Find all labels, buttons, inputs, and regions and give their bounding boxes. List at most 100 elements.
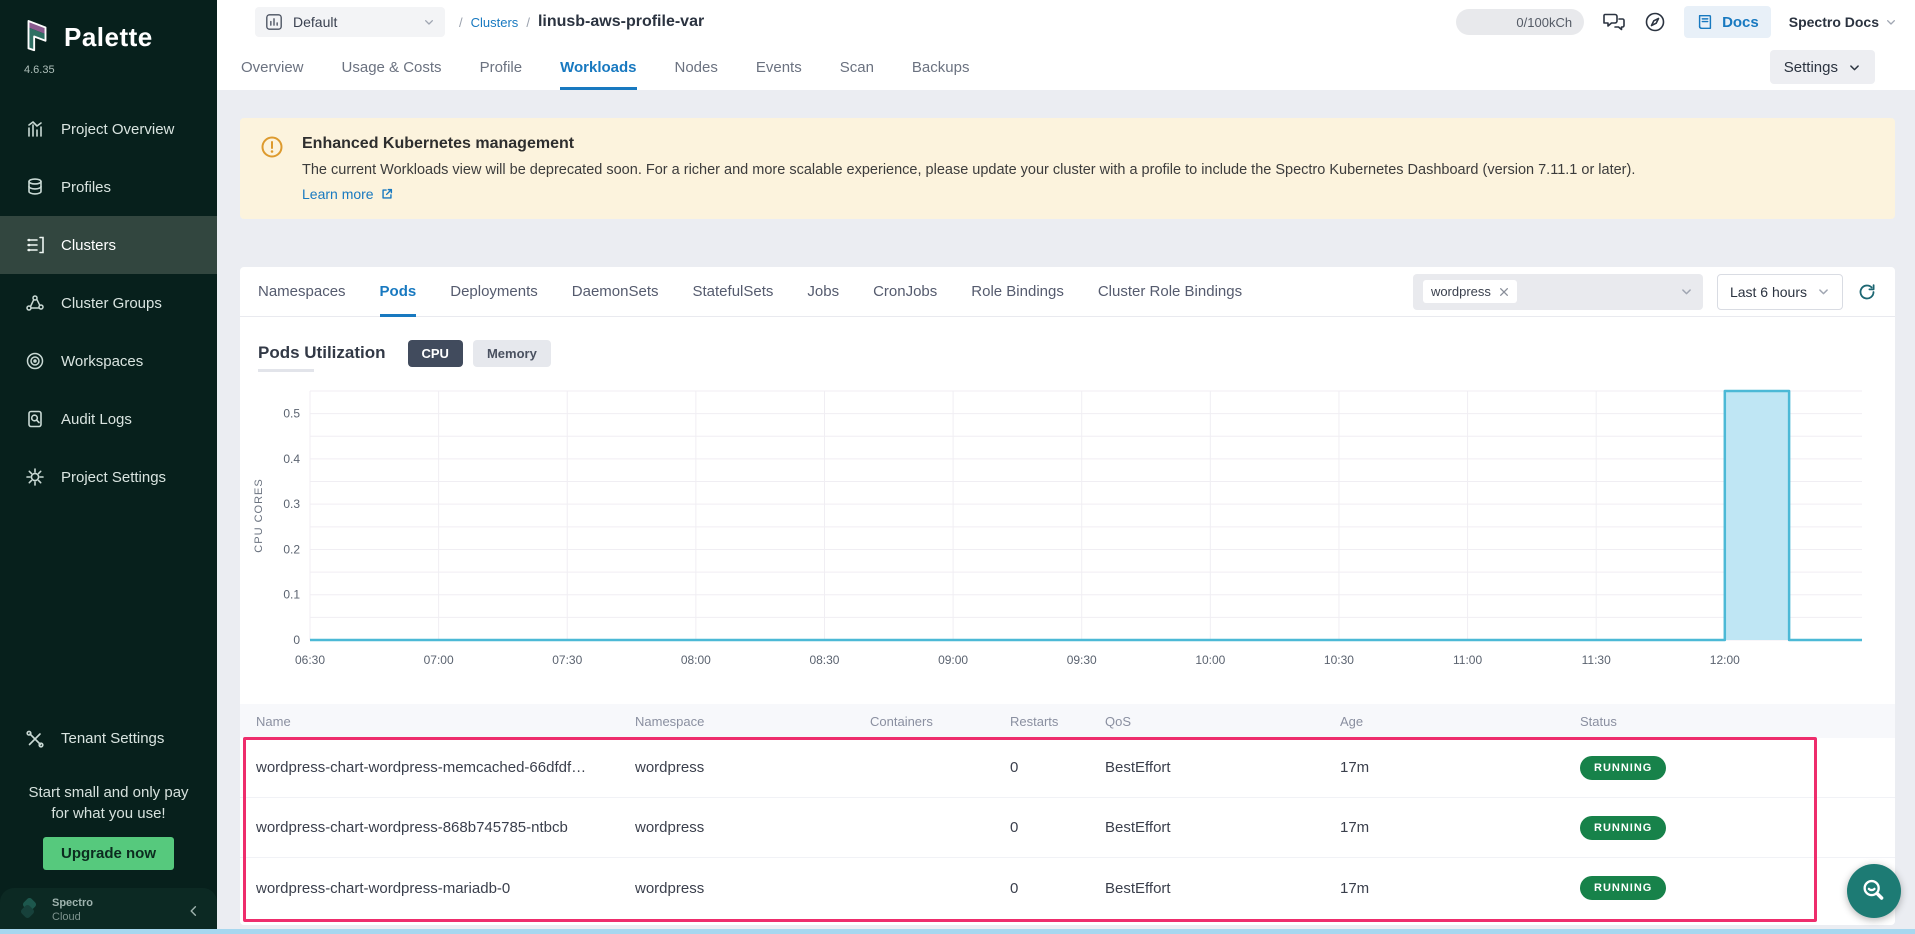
subtab-cluster-role-bindings[interactable]: Cluster Role Bindings <box>1098 267 1242 316</box>
svg-text:CPU CORES: CPU CORES <box>253 478 265 552</box>
tab-nodes[interactable]: Nodes <box>675 44 718 90</box>
sidebar-item-tenant-settings[interactable]: Tenant Settings <box>0 710 217 768</box>
server-list-icon <box>24 235 46 255</box>
svg-text:09:30: 09:30 <box>1067 653 1097 667</box>
book-icon <box>1696 13 1714 31</box>
col-header-age: Age <box>1324 714 1564 729</box>
docs-button-label: Docs <box>1722 14 1759 31</box>
tab-workloads[interactable]: Workloads <box>560 44 636 90</box>
filter-chip-label: wordpress <box>1431 284 1491 299</box>
svg-text:0.3: 0.3 <box>283 497 300 511</box>
pod-namespace: wordpress <box>619 759 854 776</box>
subtab-pods[interactable]: Pods <box>380 267 417 316</box>
col-header-name: Name <box>240 714 619 729</box>
close-icon[interactable] <box>1499 287 1509 297</box>
settings-button-label: Settings <box>1784 59 1838 76</box>
project-selector[interactable]: Default <box>255 7 445 37</box>
cluster-tabbar: Overview Usage & Costs Profile Workloads… <box>217 44 1915 90</box>
sidebar-item-workspaces[interactable]: Workspaces <box>0 332 217 390</box>
table-row[interactable]: wordpress-chart-wordpress-868b745785-ntb… <box>240 798 1895 858</box>
status-badge: RUNNING <box>1580 816 1666 840</box>
subtab-daemonsets[interactable]: DaemonSets <box>572 267 659 316</box>
subtab-namespaces[interactable]: Namespaces <box>258 267 346 316</box>
pod-age: 17m <box>1324 880 1564 897</box>
spectro-cloud-logo-icon <box>16 898 42 924</box>
pod-qos: BestEffort <box>1089 759 1324 776</box>
palette-logo[interactable]: Palette <box>0 0 217 60</box>
sidebar-item-project-overview[interactable]: Project Overview <box>0 100 217 158</box>
breadcrumb-separator: / <box>526 15 530 30</box>
pod-restarts: 0 <box>994 819 1089 836</box>
sidebar-item-profiles[interactable]: Profiles <box>0 158 217 216</box>
chevron-down-icon <box>1885 16 1897 28</box>
table-header-row: Name Namespace Containers Restarts QoS A… <box>240 704 1895 738</box>
svg-text:0.5: 0.5 <box>283 407 300 421</box>
subtab-statefulsets[interactable]: StatefulSets <box>693 267 774 316</box>
sidebar-item-label: Project Settings <box>61 469 166 486</box>
time-range-dropdown[interactable]: Last 6 hours <box>1717 274 1843 310</box>
docs-scope-dropdown[interactable]: Spectro Docs <box>1789 14 1897 30</box>
pod-qos: BestEffort <box>1089 819 1324 836</box>
tab-events[interactable]: Events <box>756 44 802 90</box>
top-bar: Default / Clusters / linusb-aws-profile-… <box>217 0 1915 44</box>
pods-table: Name Namespace Containers Restarts QoS A… <box>240 704 1895 918</box>
orbit-icon <box>24 351 46 371</box>
refresh-icon[interactable] <box>1857 282 1877 302</box>
svg-text:07:00: 07:00 <box>424 653 454 667</box>
tab-overview[interactable]: Overview <box>241 44 304 90</box>
project-selector-value: Default <box>293 14 413 30</box>
sidebar-item-clusters[interactable]: Clusters <box>0 216 217 274</box>
sidebar-item-cluster-groups[interactable]: Cluster Groups <box>0 274 217 332</box>
sidebar-item-label: Audit Logs <box>61 411 132 428</box>
utilization-header: Pods Utilization CPU Memory <box>258 337 1877 369</box>
learn-more-link[interactable]: Learn more <box>302 186 394 202</box>
col-header-namespace: Namespace <box>619 714 854 729</box>
chevron-down-icon <box>1817 285 1830 298</box>
namespace-filter-select[interactable]: wordpress <box>1413 274 1703 310</box>
table-row[interactable]: wordpress-chart-wordpress-memcached-66df… <box>240 738 1895 798</box>
chevron-down-icon <box>423 16 435 28</box>
memory-toggle-button[interactable]: Memory <box>473 340 551 367</box>
upgrade-promo-text: Start small and only pay for what you us… <box>0 768 217 826</box>
pod-name: wordpress-chart-wordpress-868b745785-ntb… <box>240 819 619 836</box>
sidebar-item-label: Tenant Settings <box>61 730 164 747</box>
app-title: Palette <box>64 22 153 53</box>
spectro-cloud-wordmark: Spectro Cloud <box>52 897 93 925</box>
cpu-toggle-button[interactable]: CPU <box>408 340 463 367</box>
sidebar-item-project-settings[interactable]: Project Settings <box>0 448 217 506</box>
subtab-role-bindings[interactable]: Role Bindings <box>971 267 1064 316</box>
sidebar-item-audit-logs[interactable]: Audit Logs <box>0 390 217 448</box>
docs-button[interactable]: Docs <box>1684 6 1771 38</box>
status-badge: RUNNING <box>1580 876 1666 900</box>
tab-backups[interactable]: Backups <box>912 44 970 90</box>
filter-chip-wordpress: wordpress <box>1423 280 1517 303</box>
col-header-status: Status <box>1564 714 1895 729</box>
svg-text:10:00: 10:00 <box>1195 653 1225 667</box>
layers-icon <box>24 177 46 197</box>
svg-text:08:00: 08:00 <box>681 653 711 667</box>
tab-profile[interactable]: Profile <box>480 44 523 90</box>
tab-usage-costs[interactable]: Usage & Costs <box>342 44 442 90</box>
subtab-deployments[interactable]: Deployments <box>450 267 538 316</box>
breadcrumb-separator: / <box>459 15 463 30</box>
subtab-cronjobs[interactable]: CronJobs <box>873 267 937 316</box>
tab-scan[interactable]: Scan <box>840 44 874 90</box>
cpu-utilization-chart: 06:3007:0007:3008:0008:3009:0009:3010:00… <box>246 381 1885 676</box>
table-row[interactable]: wordpress-chart-wordpress-mariadb-0 word… <box>240 858 1895 918</box>
subtab-jobs[interactable]: Jobs <box>807 267 839 316</box>
settings-button[interactable]: Settings <box>1770 50 1875 84</box>
usage-quota-pill: 0/100kCh <box>1456 9 1584 35</box>
collapse-sidebar-icon[interactable] <box>187 904 201 918</box>
docs-scope-value: Spectro Docs <box>1789 14 1879 30</box>
chat-icon[interactable] <box>1602 11 1626 33</box>
upgrade-now-button[interactable]: Upgrade now <box>43 837 174 870</box>
compass-icon[interactable] <box>1644 11 1666 33</box>
breadcrumb-clusters-link[interactable]: Clusters <box>471 15 519 30</box>
deprecation-banner: Enhanced Kubernetes management The curre… <box>240 118 1895 219</box>
svg-text:0.1: 0.1 <box>283 588 300 602</box>
chevron-down-icon <box>1680 285 1693 298</box>
pod-restarts: 0 <box>994 880 1089 897</box>
main-area: Default / Clusters / linusb-aws-profile-… <box>217 0 1915 934</box>
pod-age: 17m <box>1324 819 1564 836</box>
help-search-fab[interactable] <box>1847 864 1901 918</box>
